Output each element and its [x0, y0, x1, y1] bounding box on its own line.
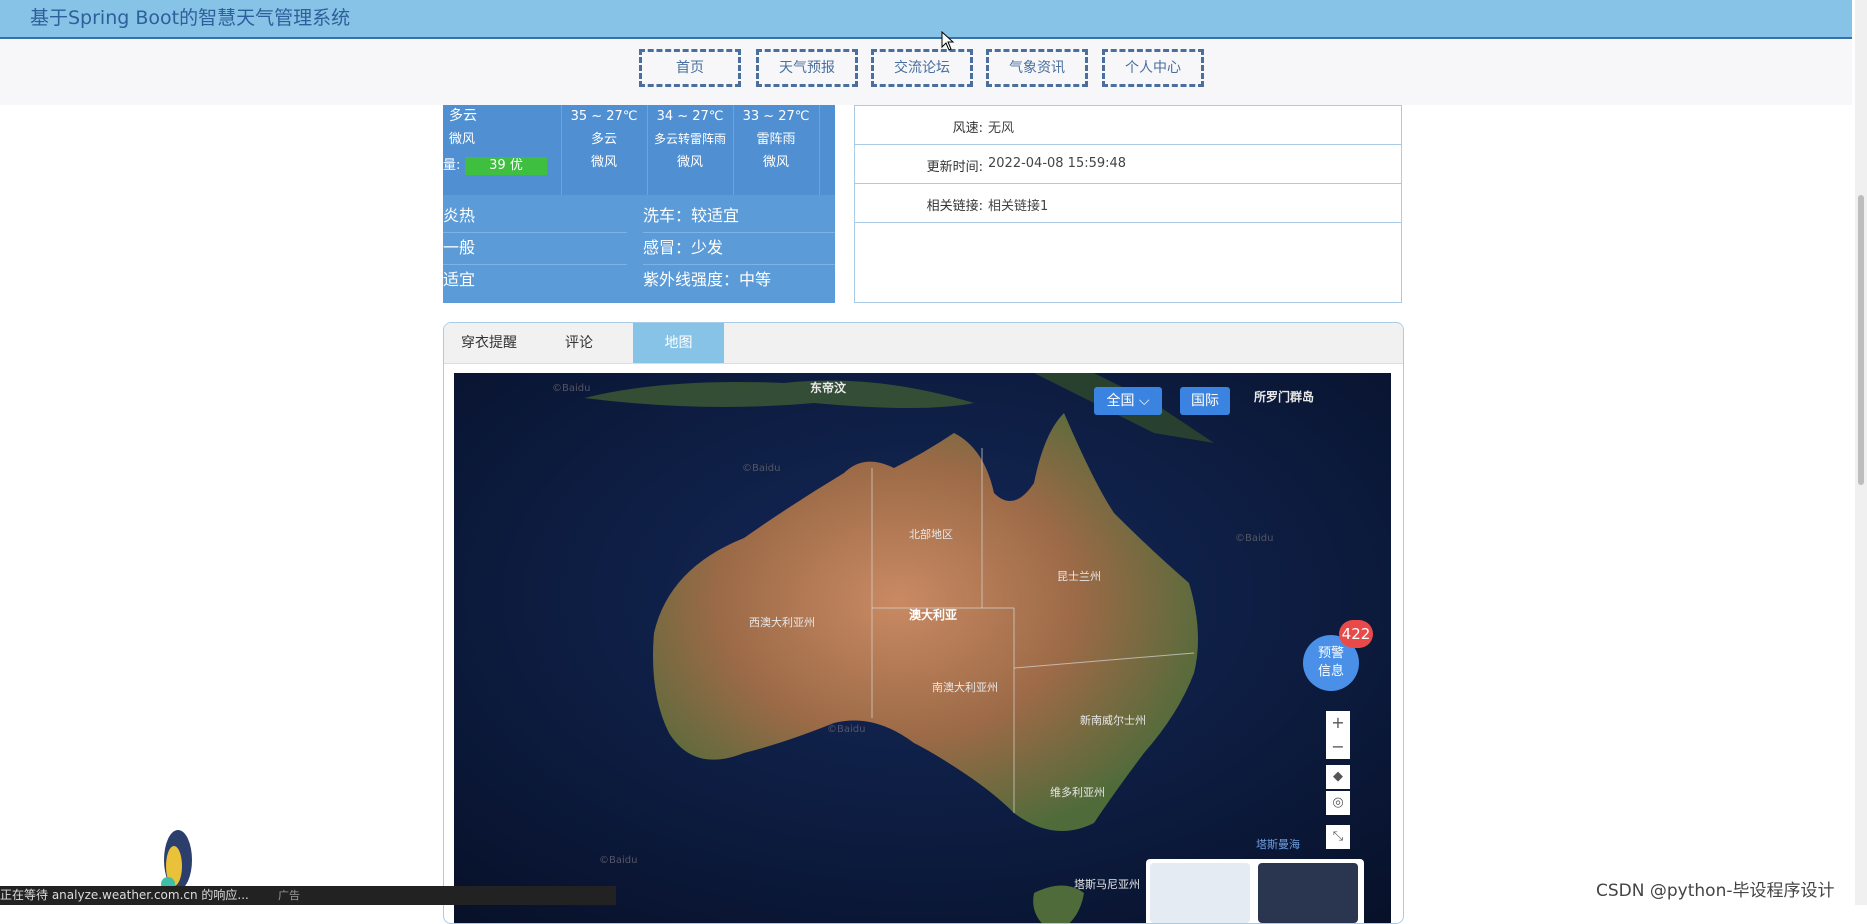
nav-home[interactable]: 首页: [639, 49, 741, 87]
scrollbar-thumb[interactable]: [1858, 195, 1864, 485]
alert-count-badge: 422: [1339, 620, 1373, 648]
aqi-badge: 39 优: [465, 157, 547, 175]
index-left: 一般: [443, 238, 476, 257]
day-condition: 多云: [590, 132, 617, 147]
map-label-western-australia: 西澳大利亚州: [749, 616, 815, 629]
map-label-tasman-sea: 塔斯曼海: [1256, 838, 1300, 851]
info-row-wind: 风速: 无风: [855, 106, 1401, 145]
tab-bar: 穿衣提醒 评论 地图: [444, 323, 1403, 364]
region-china-dropdown[interactable]: 全国 ⌵: [1094, 387, 1162, 415]
map-layer-satellite[interactable]: [1258, 863, 1358, 923]
chevron-down-icon: ⌵: [1138, 393, 1150, 409]
divider: [643, 232, 835, 233]
zoom-in-button[interactable]: +: [1326, 711, 1350, 735]
map-watermark: ©Baidu: [1235, 533, 1274, 544]
tab-map[interactable]: 地图: [633, 323, 724, 363]
day-condition: 多云转雷阵雨: [653, 132, 726, 146]
map-watermark: ©Baidu: [742, 463, 781, 474]
info-label: 更新时间:: [926, 160, 983, 175]
site-title: 基于Spring Boot的智慧天气管理系统: [30, 7, 351, 29]
map-label-south-australia: 南澳大利亚州: [932, 681, 998, 694]
day-wind: 微风: [590, 155, 617, 170]
info-label: 相关链接:: [926, 199, 983, 214]
map-label-east-timor: 东帝汶: [810, 381, 847, 395]
divider: [443, 232, 627, 233]
divider: [643, 264, 835, 265]
browser-status-bar: 正在等待 analyze.weather.com.cn 的响应... 广告: [0, 886, 616, 905]
layer-switcher: [1146, 859, 1364, 923]
info-row-update-time: 更新时间: 2022-04-08 15:59:48: [855, 145, 1401, 184]
day-condition: 雷阵雨: [756, 132, 796, 147]
info-value: 无风: [988, 121, 1015, 136]
map-label-nsw: 新南威尔士州: [1080, 714, 1146, 727]
zoom-out-button[interactable]: −: [1326, 735, 1350, 759]
australia-satellite-map: [454, 373, 1391, 923]
divider: [443, 264, 627, 265]
csdn-watermark: CSDN @python-毕设程序设计: [1596, 881, 1835, 901]
ad-label: 广告: [278, 889, 300, 902]
alert-line-2: 信息: [1317, 664, 1344, 679]
status-text: 正在等待 analyze.weather.com.cn 的响应...: [0, 888, 249, 902]
locate-icon[interactable]: ◎: [1326, 791, 1350, 815]
day-temp: 33 ~ 27℃: [742, 109, 810, 124]
tab-clothing-tips[interactable]: 穿衣提醒: [444, 323, 534, 363]
map-label-victoria: 维多利亚州: [1050, 786, 1105, 799]
map-layer-normal[interactable]: [1150, 863, 1250, 923]
map-label-solomon-islands: 所罗门群岛: [1254, 390, 1315, 404]
forecast-day-1: 35 ~ 27℃ 多云 微风: [561, 105, 647, 195]
day-temp: 35 ~ 27℃: [570, 109, 638, 124]
today-condition: 多云: [449, 108, 477, 124]
day-temp: 34 ~ 27℃: [656, 109, 724, 124]
tab-comments[interactable]: 评论: [534, 323, 624, 363]
map-label-queensland: 昆士兰州: [1057, 570, 1101, 583]
index-right: 感冒：少发: [643, 238, 724, 257]
nav-weather-news[interactable]: 气象资讯: [986, 49, 1088, 87]
map-watermark: ©Baidu: [827, 724, 866, 735]
index-right: 洗车：较适宜: [643, 206, 740, 225]
map-label-australia: 澳大利亚: [909, 608, 958, 622]
forecast-day-3: 33 ~ 27℃ 雷阵雨 微风: [733, 105, 819, 195]
map-view[interactable]: ©Baidu ©Baidu ©Baidu ©Baidu ©Baidu 东帝汶 所…: [454, 373, 1391, 923]
region-china-label: 全国: [1106, 393, 1135, 409]
tabs-panel: 穿衣提醒 评论 地图 ©Baidu ©Baidu ©Baidu ©Baidu ©…: [443, 322, 1404, 924]
map-watermark: ©Baidu: [552, 383, 591, 394]
weather-info-table: 风速: 无风 更新时间: 2022-04-08 15:59:48 相关链接: 相…: [854, 105, 1402, 303]
today-forecast: 多云 微风: [449, 105, 539, 195]
divider: [819, 105, 820, 195]
map-label-tasmania: 塔斯马尼亚州: [1074, 878, 1140, 891]
mouse-cursor-icon: [941, 31, 955, 51]
main-nav: 首页 天气预报 交流论坛 气象资讯 个人中心: [0, 39, 1852, 105]
region-international-button[interactable]: 国际: [1180, 387, 1230, 415]
day-wind: 微风: [676, 155, 703, 170]
mascot-icon: [161, 830, 192, 891]
weather-widget: 多云 微风 量: 39 优 35 ~ 27℃ 多云 微风 34 ~ 27℃ 多云…: [443, 105, 835, 303]
related-link[interactable]: 相关链接1: [988, 195, 1048, 214]
top-header-bar: 基于Spring Boot的智慧天气管理系统: [0, 0, 1852, 39]
nav-user-center[interactable]: 个人中心: [1102, 49, 1204, 87]
info-row-related-link: 相关链接: 相关链接1: [855, 184, 1401, 223]
aqi-label: 量:: [443, 158, 461, 173]
today-wind: 微风: [449, 132, 476, 147]
index-right: 紫外线强度：中等: [643, 270, 772, 289]
day-wind: 微风: [762, 155, 789, 170]
nav-weather-forecast[interactable]: 天气预报: [756, 49, 858, 87]
map-watermark: ©Baidu: [599, 855, 638, 866]
alert-line-1: 预警: [1317, 646, 1344, 661]
index-left: 炎热: [443, 206, 476, 225]
forecast-day-2: 34 ~ 27℃ 多云转雷阵雨 微风: [647, 105, 733, 195]
info-label: 风速:: [952, 121, 983, 136]
index-left: 适宜: [443, 270, 476, 289]
info-value: 2022-04-08 15:59:48: [988, 156, 1127, 171]
nav-forum[interactable]: 交流论坛: [871, 49, 973, 87]
china-map-icon[interactable]: ◆: [1326, 765, 1350, 789]
map-label-northern-territory: 北部地区: [909, 528, 953, 541]
collapse-icon[interactable]: ⤡: [1326, 825, 1350, 849]
